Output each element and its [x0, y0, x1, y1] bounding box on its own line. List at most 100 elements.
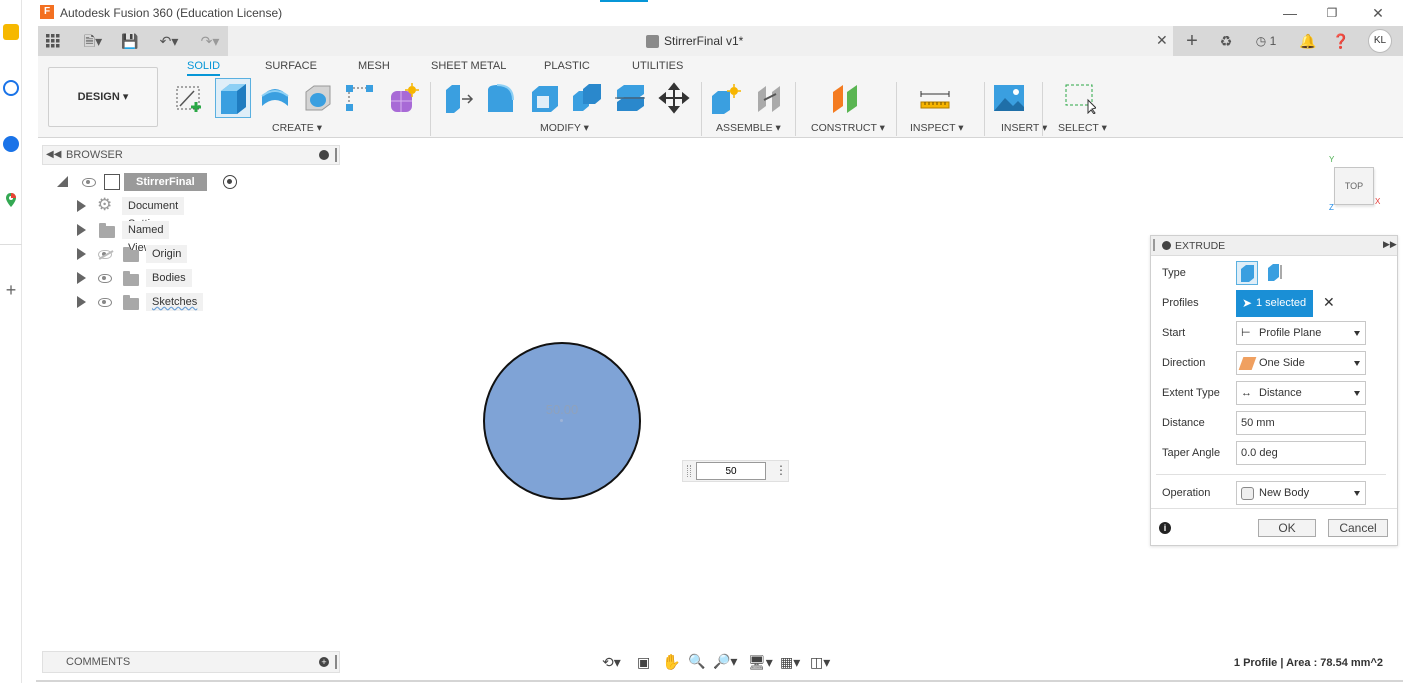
- app-grid-icon[interactable]: [42, 31, 64, 51]
- ok-button[interactable]: OK: [1258, 519, 1316, 537]
- contacts-app-icon[interactable]: [3, 136, 19, 152]
- visibility-eye-icon[interactable]: [98, 274, 112, 283]
- save-icon[interactable]: 💾: [120, 31, 140, 51]
- workspace-switcher[interactable]: DESIGN ▾: [48, 67, 158, 127]
- drag-handle-icon[interactable]: [687, 465, 691, 477]
- collapse-browser-icon[interactable]: ◀◀: [46, 149, 61, 160]
- modify-group-menu[interactable]: MODIFY ▾: [540, 122, 589, 134]
- press-pull-icon[interactable]: [442, 82, 474, 114]
- browser-item-label[interactable]: Bodies: [146, 269, 192, 287]
- tab-mesh[interactable]: MESH: [358, 60, 390, 72]
- browser-pin-icon[interactable]: [335, 148, 337, 162]
- start-dropdown[interactable]: ⊢ Profile Plane: [1236, 321, 1366, 345]
- visibility-eye-icon[interactable]: [98, 298, 112, 307]
- create-sketch-icon[interactable]: [174, 82, 206, 114]
- look-at-icon[interactable]: ▣: [637, 654, 650, 671]
- fillet-icon[interactable]: [485, 82, 517, 114]
- hole-icon[interactable]: [302, 82, 334, 114]
- close-tab-icon[interactable]: ✕: [1156, 32, 1168, 49]
- window-select-icon[interactable]: [1064, 82, 1097, 115]
- display-settings-icon[interactable]: 🖥▾: [748, 654, 773, 671]
- fit-icon[interactable]: 🔎▾: [713, 653, 737, 670]
- new-tab-icon[interactable]: +: [1181, 31, 1203, 51]
- profiles-selection[interactable]: ➤ 1 selected: [1236, 290, 1313, 317]
- browser-item-label[interactable]: Origin: [146, 245, 188, 263]
- expand-arrow-icon[interactable]: [77, 272, 86, 284]
- browser-minimize-icon[interactable]: [319, 150, 329, 160]
- collapse-arrow-icon[interactable]: [57, 176, 68, 187]
- info-icon[interactable]: i: [1159, 522, 1171, 534]
- move-copy-icon[interactable]: [658, 82, 690, 114]
- tab-solid[interactable]: SOLID: [187, 60, 221, 76]
- tasks-app-icon[interactable]: [3, 80, 19, 96]
- select-group-menu[interactable]: SELECT ▾: [1058, 122, 1107, 134]
- add-comment-icon[interactable]: +: [319, 657, 329, 667]
- create-form-icon[interactable]: [388, 82, 420, 114]
- pattern-icon[interactable]: [344, 82, 376, 114]
- more-options-icon[interactable]: ⋮: [775, 463, 787, 477]
- close-window-icon[interactable]: ✕: [1368, 3, 1388, 23]
- revolve-icon[interactable]: [259, 82, 291, 114]
- minimize-icon[interactable]: —: [1280, 3, 1300, 23]
- viewcube[interactable]: TOP Y X Z: [1325, 155, 1385, 215]
- notifications-icon[interactable]: 🔔: [1297, 31, 1319, 51]
- clear-selection-icon[interactable]: ✕: [1323, 294, 1335, 311]
- split-body-icon[interactable]: [614, 82, 646, 114]
- new-component-icon[interactable]: [710, 82, 742, 114]
- expand-dialog-icon[interactable]: ▶▶: [1383, 239, 1397, 250]
- user-avatar[interactable]: KL: [1368, 29, 1392, 53]
- measure-icon[interactable]: [919, 82, 951, 114]
- create-group-menu[interactable]: CREATE ▾: [272, 122, 322, 134]
- expand-arrow-icon[interactable]: [77, 296, 86, 308]
- insert-image-icon[interactable]: [993, 82, 1025, 114]
- type-thin-icon[interactable]: [1264, 261, 1286, 285]
- file-menu-icon[interactable]: 🗎▾: [78, 31, 108, 51]
- document-tab[interactable]: StirrerFinal v1* ✕: [228, 26, 1173, 56]
- operation-dropdown[interactable]: New Body: [1236, 481, 1366, 505]
- taper-angle-field[interactable]: 0.0 deg: [1236, 441, 1366, 465]
- cancel-button[interactable]: Cancel: [1328, 519, 1388, 537]
- offset-plane-icon[interactable]: [830, 82, 862, 114]
- type-solid-icon[interactable]: [1236, 261, 1258, 285]
- activate-component-icon[interactable]: [223, 175, 237, 189]
- maps-app-icon[interactable]: [3, 192, 19, 208]
- shell-icon[interactable]: [529, 82, 561, 114]
- expand-arrow-icon[interactable]: [77, 200, 86, 212]
- notes-app-icon[interactable]: [3, 24, 19, 40]
- expand-arrow-icon[interactable]: [77, 248, 86, 260]
- browser-item-label[interactable]: Document Settings: [122, 197, 185, 230]
- extensions-icon[interactable]: ♻: [1215, 31, 1237, 51]
- assemble-group-menu[interactable]: ASSEMBLE ▾: [716, 122, 781, 134]
- insert-group-menu[interactable]: INSERT ▾: [1001, 122, 1047, 134]
- inspect-group-menu[interactable]: INSPECT ▾: [910, 122, 964, 134]
- browser-root-label[interactable]: StirrerFinal v1: [124, 173, 207, 206]
- restore-icon[interactable]: ❐: [1322, 3, 1342, 23]
- joint-icon[interactable]: [754, 82, 786, 114]
- tab-utilities[interactable]: UTILITIES: [632, 60, 683, 72]
- grid-settings-icon[interactable]: ▦▾: [780, 654, 800, 671]
- construct-group-menu[interactable]: CONSTRUCT ▾: [811, 122, 885, 134]
- browser-item-label[interactable]: Sketches: [146, 293, 204, 311]
- add-app-icon[interactable]: +: [3, 281, 19, 299]
- comments-pin-icon[interactable]: [335, 655, 337, 669]
- zoom-icon[interactable]: 🔍: [688, 653, 705, 670]
- distance-field[interactable]: 50 mm: [1236, 411, 1366, 435]
- redo-icon[interactable]: ↷▾: [193, 31, 227, 51]
- sketch-profile-circle[interactable]: 50.00: [483, 342, 641, 500]
- distance-input[interactable]: [696, 462, 766, 480]
- tab-surface[interactable]: SURFACE: [265, 60, 317, 72]
- job-status[interactable]: ◷ 1: [1248, 31, 1284, 51]
- dialog-minimize-icon[interactable]: [1162, 241, 1171, 250]
- viewports-icon[interactable]: ◫▾: [810, 654, 830, 671]
- extent-type-dropdown[interactable]: ↔ Distance: [1236, 381, 1366, 405]
- visibility-eye-icon[interactable]: [82, 178, 96, 187]
- viewcube-face[interactable]: TOP: [1334, 167, 1374, 205]
- undo-icon[interactable]: ↶▾: [152, 31, 186, 51]
- expand-arrow-icon[interactable]: [77, 224, 86, 236]
- help-icon[interactable]: ❓: [1330, 31, 1352, 51]
- extrude-icon[interactable]: [215, 78, 251, 118]
- combine-icon[interactable]: [571, 82, 603, 114]
- tab-plastic[interactable]: PLASTIC: [544, 60, 590, 72]
- tab-sheet-metal[interactable]: SHEET METAL: [431, 60, 506, 72]
- browser-item-label[interactable]: Named Views: [122, 221, 170, 254]
